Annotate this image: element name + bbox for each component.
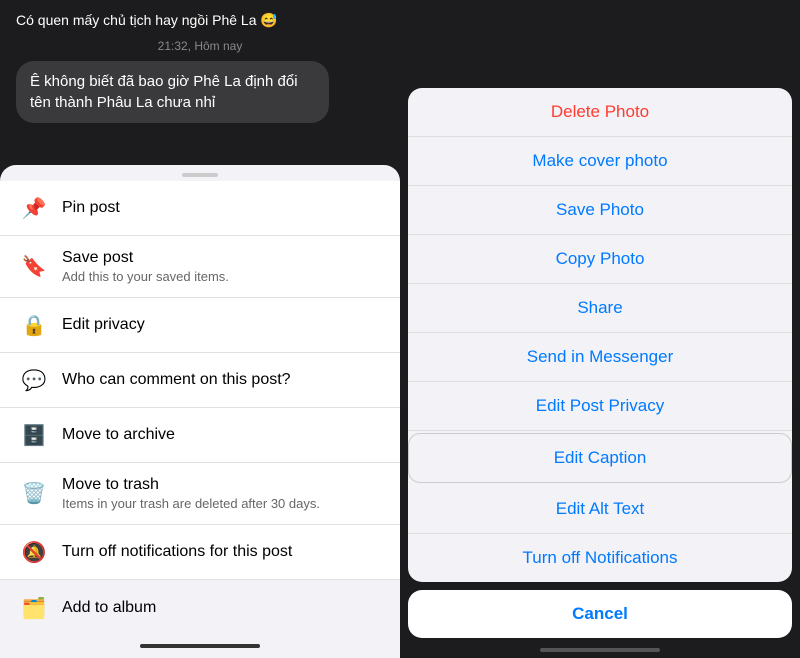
send-messenger-label: Send in Messenger <box>527 347 673 366</box>
edit-caption-label: Edit Caption <box>554 448 647 467</box>
sheet-handle <box>182 173 218 177</box>
sheet-item-pin[interactable]: 📌 Pin post <box>0 181 400 236</box>
action-make-cover[interactable]: Make cover photo <box>408 137 792 186</box>
cancel-label: Cancel <box>572 604 628 623</box>
chat-top-message: Có quen mấy chủ tịch hay ngồi Phê La 😅 <box>16 12 384 29</box>
trash-sublabel: Items in your trash are deleted after 30… <box>62 496 320 511</box>
sheet-item-privacy-text: Edit privacy <box>62 316 145 334</box>
trash-icon: 🗑️ <box>20 480 48 508</box>
comment-icon: 💬 <box>20 366 48 394</box>
sheet-bottom-indicator <box>140 644 260 648</box>
add-album-label: Add to album <box>62 599 156 617</box>
action-send-messenger[interactable]: Send in Messenger <box>408 333 792 382</box>
sheet-item-notifications[interactable]: 🔕 Turn off notifications for this post <box>0 525 400 580</box>
album-icon: 🗂️ <box>20 594 48 622</box>
notification-off-icon: 🔕 <box>20 538 48 566</box>
chat-timestamp: 21:32, Hôm nay <box>16 39 384 53</box>
trash-label: Move to trash <box>62 476 320 494</box>
sheet-item-comment[interactable]: 💬 Who can comment on this post? <box>0 353 400 408</box>
pin-label: Pin post <box>62 199 120 217</box>
action-edit-alt-text[interactable]: Edit Alt Text <box>408 485 792 534</box>
bottom-sheet: 📌 Pin post 🔖 Save post Add this to your … <box>0 165 400 658</box>
right-panel: Trần Ngọc Lưu and Phan Tuấn Anh 2 commen… <box>400 0 800 658</box>
sheet-item-archive-text: Move to archive <box>62 426 175 444</box>
left-panel: Có quen mấy chủ tịch hay ngồi Phê La 😅 2… <box>0 0 400 658</box>
lock-icon: 🔒 <box>20 311 48 339</box>
action-save-photo[interactable]: Save Photo <box>408 186 792 235</box>
save-photo-label: Save Photo <box>556 200 644 219</box>
action-sheet-cancel-button[interactable]: Cancel <box>408 590 792 638</box>
turn-off-notifications-label: Turn off Notifications <box>523 548 678 567</box>
privacy-label: Edit privacy <box>62 316 145 334</box>
sheet-item-pin-text: Pin post <box>62 199 120 217</box>
edit-alt-text-label: Edit Alt Text <box>556 499 645 518</box>
bottom-indicator-right <box>540 648 660 652</box>
action-sheet: Delete Photo Make cover photo Save Photo… <box>400 88 800 658</box>
sheet-item-trash-text: Move to trash Items in your trash are de… <box>62 476 320 511</box>
action-share[interactable]: Share <box>408 284 792 333</box>
archive-label: Move to archive <box>62 426 175 444</box>
delete-photo-label: Delete Photo <box>551 102 649 121</box>
save-sublabel: Add this to your saved items. <box>62 269 229 284</box>
copy-photo-label: Copy Photo <box>556 249 645 268</box>
notifications-label: Turn off notifications for this post <box>62 543 292 561</box>
chat-background: Có quen mấy chủ tịch hay ngồi Phê La 😅 2… <box>0 0 400 135</box>
edit-privacy-label: Edit Post Privacy <box>536 396 665 415</box>
action-edit-privacy[interactable]: Edit Post Privacy <box>408 382 792 431</box>
sheet-item-privacy[interactable]: 🔒 Edit privacy <box>0 298 400 353</box>
sheet-item-save[interactable]: 🔖 Save post Add this to your saved items… <box>0 236 400 298</box>
archive-icon: 🗄️ <box>20 421 48 449</box>
chat-bubble: Ê không biết đã bao giờ Phê La định đổi … <box>16 61 329 123</box>
save-icon: 🔖 <box>20 253 48 281</box>
sheet-item-add-album[interactable]: 🗂️ Add to album <box>0 580 400 636</box>
comment-label: Who can comment on this post? <box>62 371 291 389</box>
sheet-item-trash[interactable]: 🗑️ Move to trash Items in your trash are… <box>0 463 400 525</box>
sheet-item-notifications-text: Turn off notifications for this post <box>62 543 292 561</box>
cancel-item[interactable]: Cancel <box>408 590 792 638</box>
sheet-item-archive[interactable]: 🗄️ Move to archive <box>0 408 400 463</box>
action-turn-off-notifications[interactable]: Turn off Notifications <box>408 534 792 582</box>
action-edit-caption[interactable]: Edit Caption <box>408 433 792 483</box>
sheet-item-comment-text: Who can comment on this post? <box>62 371 291 389</box>
pin-icon: 📌 <box>20 194 48 222</box>
action-sheet-main: Delete Photo Make cover photo Save Photo… <box>408 88 792 582</box>
action-copy-photo[interactable]: Copy Photo <box>408 235 792 284</box>
make-cover-label: Make cover photo <box>532 151 667 170</box>
save-label: Save post <box>62 249 229 267</box>
action-delete-photo[interactable]: Delete Photo <box>408 88 792 137</box>
share-label: Share <box>577 298 622 317</box>
sheet-item-save-text: Save post Add this to your saved items. <box>62 249 229 284</box>
